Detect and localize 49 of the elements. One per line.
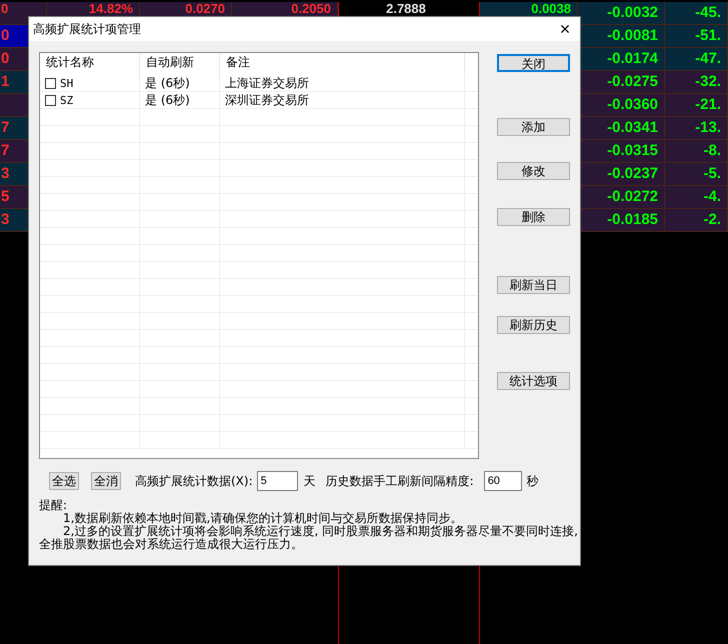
table-cell: -32. [665,71,728,94]
table-cell: -2. [665,209,728,232]
column-header[interactable]: 自动刷新 [140,53,220,75]
unit-label: 秒 [526,472,539,490]
dialog-button[interactable]: 关闭 [497,54,570,72]
table-cell: -21. [665,94,728,117]
table-cell: -0.0032 [578,2,665,25]
table-cell: -8. [665,140,728,163]
dialog-button[interactable]: 刷新当日 [497,276,570,294]
checkbox[interactable] [45,95,56,106]
table-cell: SZ [60,94,74,107]
table-cell: -0.0315 [578,140,665,163]
field-label: 历史数据手工刷新间隔精度: [326,472,474,490]
table-cell: -4. [665,186,728,209]
input-field[interactable]: 60 [484,471,522,491]
note-text: 1,数据刷新依赖本地时间戳,请确保您的计算机时间与交易所数据保持同步。 [62,512,464,525]
dialog-button[interactable]: 统计选项 [497,372,570,390]
unit-label: 天 [304,472,316,490]
table-cell: -0.0360 [578,94,665,117]
checkbox[interactable] [45,78,56,89]
table-cell: 是 (6秒) [145,75,190,92]
table-cell: -0.0081 [578,25,665,48]
table-cell: -51. [665,25,728,48]
table-cell: -13. [665,117,728,140]
note-text: 2,过多的设置扩展统计项将会影响系统运行速度, 同时股票服务器和期货服务器尽量不要同时连接, 全推股票数据也会对系统运行造成很大运行压力。 [39,525,579,551]
dialog-button[interactable]: 修改 [497,162,570,180]
table-cell: 上海证券交易所 [225,75,309,92]
table-cell: -0.0275 [578,71,665,94]
column-header[interactable]: 统计名称 [40,53,140,75]
table-cell: 是 (6秒) [145,92,190,109]
dialog-button[interactable]: 刷新历史 [497,316,570,334]
table-cell: -0.0174 [578,48,665,71]
table-cell: -0.0341 [578,117,665,140]
deselect-all-button[interactable]: 全消 [91,472,121,490]
table-cell: -5. [665,163,728,186]
table-cell: -0.0185 [578,209,665,232]
table-cell: 深圳证券交易所 [225,92,309,109]
table-cell: -45. [665,2,728,25]
table-cell: SH [60,77,74,90]
input-field[interactable]: 5 [256,471,298,491]
note-text: 提醒: [39,499,68,512]
column-header[interactable]: 备注 [220,53,465,75]
dialog-button[interactable]: 删除 [497,208,570,226]
table-cell: -47. [665,48,728,71]
table-cell: -0.0272 [578,186,665,209]
select-all-button[interactable]: 全选 [49,472,79,490]
table-cell: -0.0237 [578,163,665,186]
dialog-button[interactable]: 添加 [497,118,570,136]
field-label: 高频扩展统计数据(X): [135,472,253,490]
